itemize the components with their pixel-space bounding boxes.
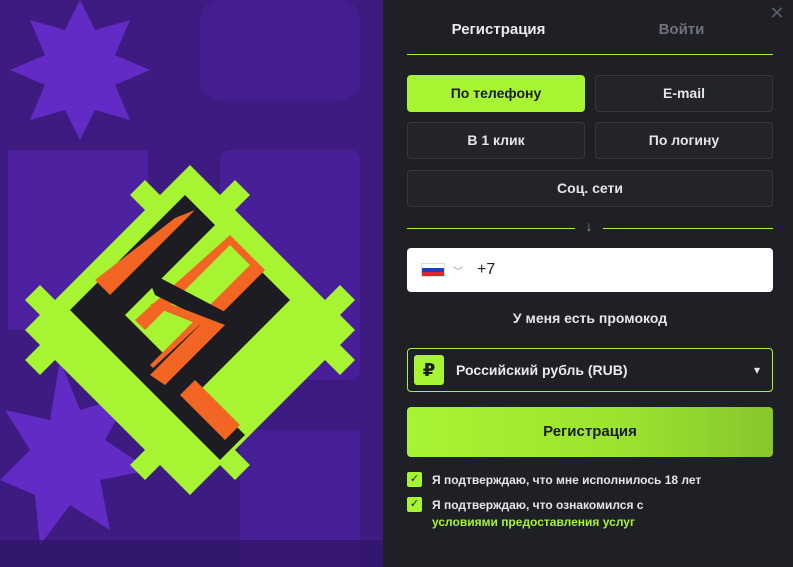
divider-right <box>603 228 773 229</box>
arrow-down-icon: ↓ <box>585 218 593 234</box>
chevron-down-icon[interactable]: ﹀ <box>453 263 463 278</box>
terms-consent-checkbox[interactable]: ✓ <box>407 497 422 512</box>
age-consent-row: ✓ Я подтверждаю, что мне исполнилось 18 … <box>407 472 701 489</box>
terms-link[interactable]: условиями предоставления услуг <box>432 515 635 529</box>
tab-login[interactable]: Войти <box>590 0 773 54</box>
phone-field[interactable]: ﹀ <box>407 248 773 292</box>
register-submit-button[interactable]: Регистрация <box>407 407 773 457</box>
ruble-icon: ₽ <box>414 355 444 385</box>
terms-consent-row: ✓ Я подтверждаю, что ознакомился с услов… <box>407 497 643 531</box>
promo-art-panel <box>0 0 383 567</box>
currency-label: Российский рубль (RUB) <box>456 362 628 378</box>
age-consent-checkbox[interactable]: ✓ <box>407 472 422 487</box>
promo-code-link[interactable]: У меня есть промокод <box>407 310 773 326</box>
currency-select[interactable]: ₽ Российский рубль (RUB) ▾ <box>407 348 773 392</box>
phone-input[interactable] <box>477 261 727 279</box>
terms-consent-label: Я подтверждаю, что ознакомился с условия… <box>432 497 643 531</box>
method-social-button[interactable]: Соц. сети <box>407 170 773 207</box>
terms-consent-prefix: Я подтверждаю, что ознакомился с <box>432 498 644 512</box>
russia-flag-icon[interactable] <box>421 263 445 277</box>
tab-registration[interactable]: Регистрация <box>407 0 590 54</box>
registration-panel: ✕ Регистрация Войти По телефону E-mail В… <box>383 0 793 567</box>
method-login-button[interactable]: По логину <box>595 122 773 159</box>
chevron-down-icon: ▾ <box>753 363 760 377</box>
age-consent-label: Я подтверждаю, что мне исполнилось 18 ле… <box>432 473 702 487</box>
divider-left <box>407 228 575 229</box>
auth-tabs: Регистрация Войти <box>407 0 773 55</box>
method-email-button[interactable]: E-mail <box>595 75 773 112</box>
method-phone-button[interactable]: По телефону <box>407 75 585 112</box>
method-one-click-button[interactable]: В 1 клик <box>407 122 585 159</box>
brand-logo-illustration <box>0 0 383 567</box>
